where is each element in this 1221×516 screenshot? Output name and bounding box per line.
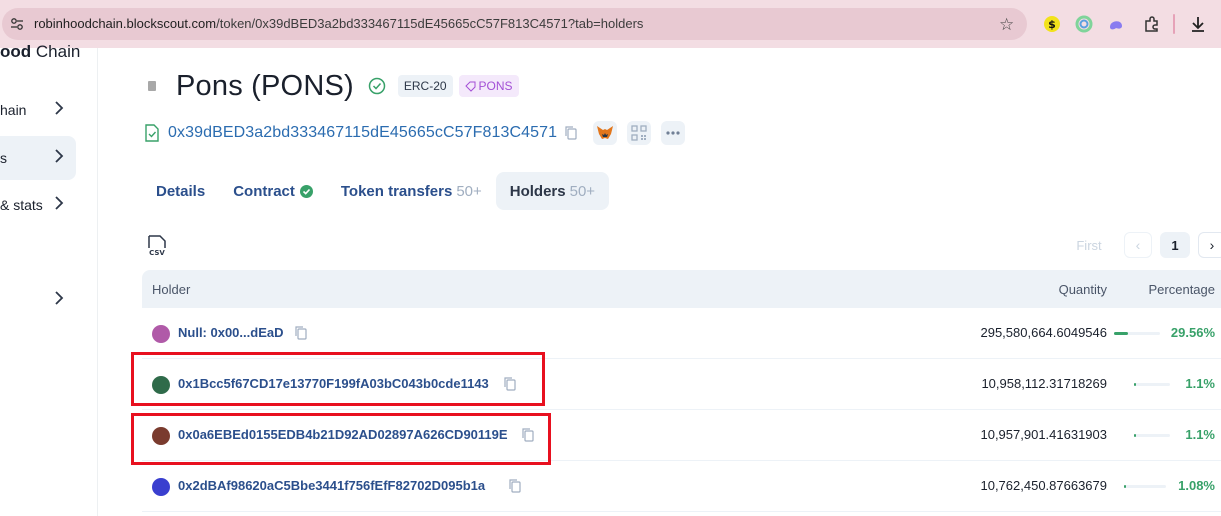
token-tabs: Details Contract Token transfers 50+ Hol…: [142, 172, 610, 210]
tab-token-transfers[interactable]: Token transfers 50+: [327, 172, 496, 210]
chevron-right-icon: [55, 101, 64, 115]
extension-yellow-icon[interactable]: $: [1041, 13, 1063, 35]
browser-toolbar: robinhoodchain.blockscout.com/token/0x39…: [0, 0, 1221, 48]
tab-details[interactable]: Details: [142, 172, 219, 210]
tab-count: 50+: [456, 182, 482, 200]
brand-bold: ood: [0, 42, 32, 61]
contract-verified-icon: [145, 124, 159, 142]
extension-ghost-icon[interactable]: [1105, 13, 1127, 35]
holder-quantity: 295,580,664.6049546: [980, 325, 1107, 340]
copy-icon[interactable]: [565, 126, 577, 140]
pagination-first-button[interactable]: First: [1062, 232, 1116, 258]
percentage-bar: [1114, 332, 1160, 335]
contract-verified-check-icon: [299, 184, 313, 198]
more-options-button[interactable]: [661, 121, 686, 145]
tag-icon: [464, 81, 476, 92]
chevron-right-icon: [55, 291, 64, 305]
percentage-bar: [1124, 485, 1166, 488]
percentage-bar-fill: [1134, 383, 1136, 386]
copy-icon[interactable]: [509, 479, 521, 493]
sidebar-item-tokens[interactable]: s: [0, 136, 76, 180]
token-address-row: 0x39dBED3a2bd333467115dE45665cC57F813C45…: [144, 120, 686, 146]
percentage-bar-fill: [1134, 434, 1136, 437]
sidebar-item-label: hain: [0, 102, 27, 118]
percentage-bar: [1134, 434, 1170, 437]
sidebar-item-charts-stats[interactable]: & stats: [0, 183, 76, 227]
csv-download-icon[interactable]: CSV: [146, 234, 168, 258]
holders-table-header: Holder Quantity Percentage: [142, 270, 1221, 308]
holder-quantity: 10,957,901.41631903: [980, 427, 1107, 442]
holder-address-link[interactable]: 0x2dBAf98620aC5Bbe3441f756fEfF82702D095b…: [178, 478, 485, 493]
tab-label: Details: [156, 182, 206, 200]
token-header: Pons (PONS) ERC-20 PONS: [148, 66, 519, 106]
svg-text:$: $: [1048, 18, 1056, 31]
qr-code-button[interactable]: [627, 121, 652, 145]
sidebar-item-label: s: [0, 150, 7, 166]
tab-contract[interactable]: Contract: [219, 172, 327, 210]
holder-quantity: 10,958,112.31718269: [981, 376, 1107, 391]
tab-holders[interactable]: Holders 50+: [495, 172, 610, 210]
qr-code-icon: [631, 125, 647, 141]
tab-label: Holders: [509, 182, 566, 200]
sidebar-item-label: & stats: [0, 197, 43, 213]
url-text[interactable]: robinhoodchain.blockscout.com/token/0x39…: [34, 16, 643, 31]
tag-label: PONS: [478, 79, 513, 93]
download-icon[interactable]: [1187, 13, 1209, 35]
column-header-holder: Holder: [152, 282, 191, 297]
address-bar[interactable]: robinhoodchain.blockscout.com/token/0x39…: [2, 8, 1027, 40]
holder-percentage: 1.08%: [1178, 478, 1215, 493]
copy-icon[interactable]: [295, 326, 307, 340]
brand-rest: Chain: [31, 42, 81, 61]
extensions-puzzle-icon[interactable]: [1141, 13, 1163, 35]
site-settings-icon[interactable]: [10, 17, 24, 31]
tab-label: Token transfers: [340, 182, 453, 200]
chevron-right-icon: [55, 149, 64, 163]
tab-label: Contract: [233, 182, 295, 200]
pagination-current-page[interactable]: 1: [1160, 232, 1190, 258]
percentage-bar-fill: [1114, 332, 1128, 335]
add-to-metamask-button[interactable]: [593, 121, 618, 145]
holder-percentage: 1.1%: [1185, 376, 1215, 391]
url-host: robinhoodchain.blockscout.com: [34, 16, 217, 31]
chevron-right-icon: [55, 196, 64, 210]
page-title: Pons (PONS): [176, 69, 354, 102]
holder-address-link[interactable]: Null: 0x00...dEaD: [178, 325, 283, 340]
holder-percentage: 1.1%: [1185, 427, 1215, 442]
toolbar-divider: [1173, 14, 1175, 34]
brand-logo[interactable]: ood Chain: [0, 42, 80, 62]
tab-count: 50+: [569, 182, 596, 200]
token-standard-badge: ERC-20: [397, 75, 453, 97]
sidebar-item-blockchain[interactable]: hain: [0, 88, 76, 132]
main-content: Pons (PONS) ERC-20 PONS 0x39dBED3a2bd333…: [98, 48, 1221, 516]
url-path: /token/0x39dBED3a2bd333467115dE45665cC57…: [216, 16, 644, 31]
percentage-bar: [1134, 383, 1170, 386]
token-symbol-tag[interactable]: PONS: [458, 75, 519, 97]
extension-rainbow-icon[interactable]: [1073, 13, 1095, 35]
column-header-quantity: Quantity: [1058, 282, 1107, 297]
sidebar-item-other[interactable]: [0, 278, 76, 322]
token-address[interactable]: 0x39dBED3a2bd333467115dE45665cC57F813C45…: [168, 124, 557, 142]
pagination-next-button[interactable]: ›: [1198, 232, 1221, 258]
holder-quantity: 10,762,450.87663679: [980, 478, 1107, 493]
sidebar: ood Chain hain s & stats: [0, 42, 98, 516]
column-header-percentage: Percentage: [1148, 282, 1216, 297]
avatar: [152, 325, 170, 343]
avatar: [152, 478, 170, 496]
highlight-box: [131, 352, 545, 406]
chevron-left-icon: ‹: [1135, 237, 1141, 253]
pagination-prev-button[interactable]: ‹: [1124, 232, 1152, 258]
chevron-right-icon: ›: [1209, 237, 1215, 253]
percentage-bar-fill: [1124, 485, 1126, 488]
verified-check-icon: [368, 77, 386, 95]
table-row: 0x2dBAf98620aC5Bbe3441f756fEfF82702D095b…: [142, 461, 1221, 512]
svg-text:CSV: CSV: [149, 249, 165, 257]
more-dots-icon: [666, 131, 680, 135]
bookmark-star-icon[interactable]: ☆: [999, 15, 1014, 35]
token-logo: [148, 81, 156, 91]
metamask-fox-icon: [597, 126, 614, 139]
highlight-box: [131, 413, 551, 465]
holder-percentage: 29.56%: [1170, 325, 1215, 340]
